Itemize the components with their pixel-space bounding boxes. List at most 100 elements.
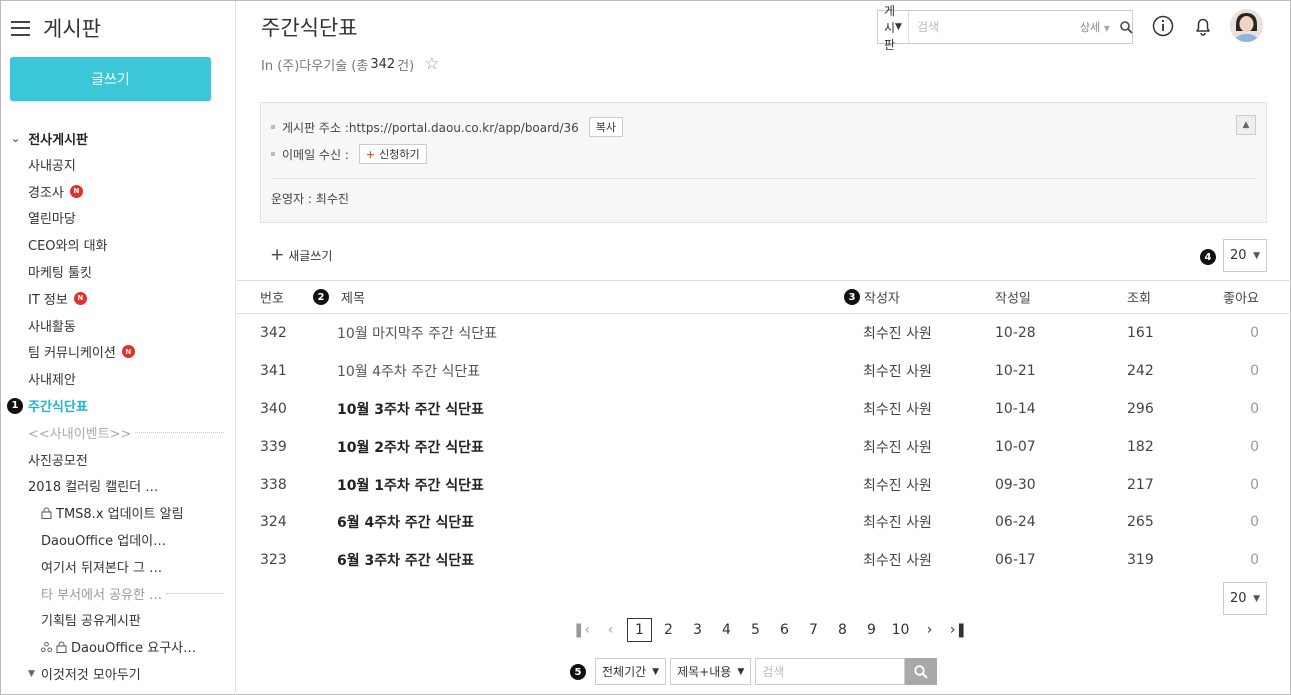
menu-icon[interactable] xyxy=(11,20,30,36)
nav-group-collapsed[interactable]: ▼ 이것저것 모아두기 xyxy=(1,660,236,687)
pagination: ❚‹ ‹ 1 2 3 4 5 6 7 8 9 10 › ›❚ xyxy=(567,618,973,642)
new-badge: N xyxy=(69,184,83,198)
table-row[interactable]: 341 10월 4주차 주간 식단표 최수진 사원 10-21 242 0 xyxy=(237,352,1291,390)
row-no: 341 xyxy=(260,362,287,379)
next-page-icon[interactable]: › xyxy=(915,622,944,638)
new-post-label: 새글쓰기 xyxy=(288,248,333,263)
caret-down-icon: ▼ xyxy=(1103,24,1110,33)
chevron-down-icon: ⌄ xyxy=(11,131,21,145)
search-icon[interactable] xyxy=(905,658,938,685)
new-badge: N xyxy=(121,345,135,359)
page-size-select-bottom[interactable]: 20 ▼ xyxy=(1223,582,1267,615)
table-row[interactable]: 342 10월 마지막주 주간 식단표 최수진 사원 10-28 161 0 xyxy=(237,314,1291,352)
nav-sub-item[interactable]: DaouOffice 업데이… xyxy=(1,526,236,553)
table-row[interactable]: 338 10월 1주차 주간 식단표 최수진 사원 09-30 217 0 xyxy=(237,466,1291,504)
page-size-select[interactable]: 20 ▼ xyxy=(1223,239,1267,272)
subscribe-button[interactable]: + 신청하기 xyxy=(358,144,427,164)
nav-item[interactable]: 2018 컬러링 캘린더 … xyxy=(1,473,236,500)
collapse-up-icon[interactable]: ▲ xyxy=(1236,115,1256,135)
col-likes[interactable]: 좋아요 xyxy=(1223,288,1259,307)
nav-group-company[interactable]: ⌄ 전사게시판 xyxy=(1,125,236,151)
write-button[interactable]: 글쓰기 xyxy=(10,57,211,101)
nav-item[interactable]: 팀 커뮤니케이션 N xyxy=(1,339,236,366)
col-date[interactable]: 작성일 xyxy=(995,288,1031,307)
bell-icon[interactable] xyxy=(1192,15,1214,37)
table-row[interactable]: 340 10월 3주차 주간 식단표 최수진 사원 10-14 296 0 xyxy=(237,390,1291,428)
nav-item[interactable]: 사내제안 xyxy=(1,365,236,392)
nav-item[interactable]: 1 주간식단표 xyxy=(1,392,236,419)
copy-button[interactable]: 복사 xyxy=(588,117,624,137)
marker-badge: 3 xyxy=(844,289,860,305)
nav-sub-item[interactable]: 기획팀 공유게시판 xyxy=(1,607,236,634)
col-views[interactable]: 조회 xyxy=(1127,288,1151,307)
nav-sub-item[interactable]: 여기서 뒤져본다 그 … xyxy=(1,553,236,580)
nav-item[interactable]: 사내활동 xyxy=(1,312,236,339)
row-title[interactable]: 10월 마지막주 주간 식단표 xyxy=(337,323,497,343)
nav-sub-item[interactable]: DaouOffice 요구사… xyxy=(1,633,236,660)
page-link[interactable]: 6 xyxy=(770,622,799,638)
period-select[interactable]: 전체기간 ▼ xyxy=(595,658,667,685)
field-select[interactable]: 제목+내용 ▼ xyxy=(670,658,752,685)
row-author: 최수진 사원 xyxy=(863,325,932,342)
col-author[interactable]: 작성자 xyxy=(864,288,900,307)
nav-sub-item[interactable]: 타 부서에서 공유한 … xyxy=(1,580,236,607)
bottom-search-input[interactable] xyxy=(755,658,906,685)
nav-item[interactable]: 마케팅 툴킷 xyxy=(1,258,236,285)
row-views: 161 xyxy=(1127,324,1154,341)
detail-search-toggle[interactable]: 상세 ▼ xyxy=(1080,19,1110,35)
info-icon[interactable] xyxy=(1152,15,1174,37)
nav-item[interactable]: 열린마당 xyxy=(1,205,236,232)
col-title[interactable]: 제목 xyxy=(341,288,365,307)
post-count: 342 xyxy=(370,56,396,72)
nav-item[interactable]: 경조사 N xyxy=(1,178,236,205)
period-label: 전체기간 xyxy=(602,665,647,679)
subline-suffix: 건) xyxy=(397,58,415,74)
new-post-button[interactable]: + 새글쓰기 xyxy=(270,245,332,265)
nav-item-label: 마케팅 툴킷 xyxy=(28,266,92,282)
nav-item[interactable]: CEO와의 대화 xyxy=(1,231,236,258)
table-row[interactable]: 323 6월 3주차 주간 식단표 최수진 사원 06-17 319 0 xyxy=(237,541,1291,579)
row-title[interactable]: 10월 3주차 주간 식단표 xyxy=(337,399,484,419)
page-link[interactable]: 7 xyxy=(799,622,828,638)
search-input[interactable] xyxy=(908,11,1080,43)
page-link[interactable]: 9 xyxy=(857,622,886,638)
page-link[interactable]: 8 xyxy=(828,622,857,638)
table-body: 342 10월 마지막주 주간 식단표 최수진 사원 10-28 161 0 341 10월 … xyxy=(237,314,1291,579)
row-title[interactable]: 10월 1주차 주간 식단표 xyxy=(337,475,484,495)
first-page-icon[interactable]: ❚‹ xyxy=(567,622,596,638)
row-date: 10-21 xyxy=(995,362,1036,379)
nav-item-label: 열린마당 xyxy=(28,212,76,228)
nav-sub-item-label: 타 부서에서 공유한 … xyxy=(41,587,163,603)
last-page-icon[interactable]: ›❚ xyxy=(944,622,973,638)
row-likes: 0 xyxy=(1250,362,1259,379)
col-no[interactable]: 번호 xyxy=(260,288,284,307)
star-icon[interactable]: ☆ xyxy=(424,54,439,74)
nav-item[interactable]: IT 정보 N xyxy=(1,285,236,312)
nav-sub-item[interactable]: TMS8.x 업데이트 알림 xyxy=(1,499,236,526)
page-link[interactable]: 1 xyxy=(627,618,652,642)
page-link[interactable]: 10 xyxy=(886,622,915,638)
search-scope-label: 게시판 xyxy=(884,3,896,52)
prev-page-icon[interactable]: ‹ xyxy=(596,622,625,638)
row-title[interactable]: 6월 3주차 주간 식단표 xyxy=(337,550,474,570)
page-link[interactable]: 2 xyxy=(654,622,683,638)
page-link[interactable]: 3 xyxy=(683,622,712,638)
row-title[interactable]: 10월 4주차 주간 식단표 xyxy=(337,361,480,381)
nav-sub-item-label: 여기서 뒤져본다 그 … xyxy=(41,560,163,576)
table-row[interactable]: 339 10월 2주차 주간 식단표 최수진 사원 10-07 182 0 xyxy=(237,428,1291,466)
table-row[interactable]: 324 6월 4주차 주간 식단표 최수진 사원 06-24 265 0 xyxy=(237,503,1291,541)
nav-item: <<사내이벤트>> xyxy=(1,419,236,446)
email-row: 이메일 수신 : + 신청하기 xyxy=(271,144,427,164)
plus-icon: + xyxy=(365,147,376,161)
row-title[interactable]: 6월 4주차 주간 식단표 xyxy=(337,512,474,532)
nav-group-collapsed-label: 이것저것 모아두기 xyxy=(40,668,141,684)
nav-item[interactable]: 사진공모전 xyxy=(1,446,236,473)
search-icon[interactable] xyxy=(1120,20,1133,34)
page-link[interactable]: 4 xyxy=(712,622,741,638)
nav-item[interactable]: 사내공지 xyxy=(1,151,236,178)
row-title[interactable]: 10월 2주차 주간 식단표 xyxy=(337,437,484,457)
page-link[interactable]: 5 xyxy=(741,622,770,638)
avatar[interactable] xyxy=(1230,9,1263,42)
search-scope-select[interactable]: 게시판 ▼ xyxy=(878,4,909,52)
caret-down-icon: ▼ xyxy=(895,22,902,32)
